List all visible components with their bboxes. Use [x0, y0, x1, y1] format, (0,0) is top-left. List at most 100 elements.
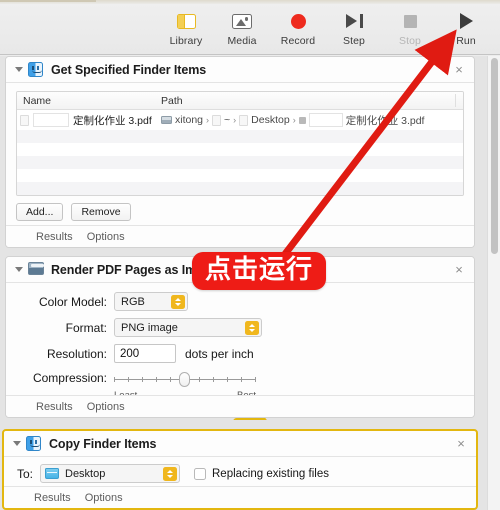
name-edit-box[interactable] [33, 113, 69, 127]
table-empty-row [17, 169, 463, 182]
table-empty-row [17, 130, 463, 143]
table-header-row: Name Path [17, 92, 463, 110]
replace-checkbox-group[interactable]: Replacing existing files [194, 467, 329, 480]
close-icon[interactable]: × [452, 63, 466, 77]
record-icon [290, 10, 306, 32]
color-model-popup[interactable]: RGB [114, 292, 188, 311]
toolbar-button-record[interactable]: Record [270, 7, 326, 47]
stop-icon [403, 10, 417, 32]
action-block-copy-finder-items[interactable]: Copy Finder Items × To: Desktop Replacin… [2, 429, 478, 510]
field-row-format: Format: PNG image [16, 318, 464, 337]
chevron-right-icon: › [233, 115, 237, 125]
media-icon [232, 10, 252, 32]
field-row-resolution: Resolution: 200 dots per inch [16, 344, 464, 363]
results-tab[interactable]: Results [34, 492, 71, 504]
toolbar-button-stop: Stop [382, 7, 438, 47]
table-empty-row [17, 143, 463, 156]
path-edit-box[interactable] [308, 113, 343, 127]
toolbar-label-library: Library [169, 35, 203, 47]
automator-window: Library Media Record Step Stop Run Get S… [0, 0, 500, 510]
replace-existing-checkbox[interactable] [194, 467, 206, 480]
compression-label: Compression: [32, 371, 107, 385]
path-crumb-volume: xitong [175, 114, 204, 126]
color-model-label: Color Model: [38, 294, 107, 309]
add-button[interactable]: Add... [16, 203, 64, 221]
column-divider[interactable] [455, 94, 456, 107]
chevron-right-icon: › [292, 115, 296, 125]
options-tab[interactable]: Options [85, 492, 123, 504]
chevron-down-icon[interactable] [13, 264, 25, 276]
library-icon [176, 10, 196, 32]
table-empty-row [17, 156, 463, 169]
column-header-path[interactable]: Path [155, 95, 463, 107]
pdf-render-icon [28, 261, 44, 278]
action-header: Get Specified Finder Items × [6, 57, 474, 83]
action-footer: Results Options [6, 225, 474, 247]
action-body: Name Path 定制化作业 3.pdf xitong › ~ › Deskt… [6, 83, 474, 227]
toolbar-label-run: Run [456, 35, 476, 47]
action-title: Copy Finder Items [49, 436, 157, 451]
finder-icon [28, 61, 44, 78]
folder-placeholder-icon [239, 114, 249, 126]
annotation-badge-text: 点击运行 [205, 255, 314, 285]
resolution-unit-label: dots per inch [185, 346, 254, 361]
remove-button[interactable]: Remove [71, 203, 131, 221]
file-icon [298, 116, 306, 124]
path-file-name: 定制化作业 3.pdf [345, 114, 425, 127]
table-empty-row [17, 182, 463, 195]
close-icon[interactable]: × [452, 263, 466, 277]
run-icon [459, 10, 473, 32]
options-tab[interactable]: Options [87, 401, 125, 413]
finder-icon [26, 435, 42, 452]
action-footer: Results Options [6, 395, 474, 417]
resolution-input[interactable]: 200 [114, 344, 176, 363]
results-tab[interactable]: Results [36, 231, 73, 243]
folder-icon [45, 468, 59, 479]
chevron-up-down-icon [171, 295, 185, 309]
close-icon[interactable]: × [454, 437, 468, 451]
action-header: Copy Finder Items × [4, 431, 476, 457]
action-block-get-specified-finder-items[interactable]: Get Specified Finder Items × Name Path 定 [5, 56, 475, 248]
table-row[interactable]: 定制化作业 3.pdf xitong › ~ › Desktop › 定制化作业… [17, 110, 463, 130]
toolbar-button-step[interactable]: Step [326, 7, 382, 47]
chevron-down-icon[interactable] [11, 438, 23, 450]
results-tab[interactable]: Results [36, 401, 73, 413]
chevron-up-down-icon [163, 467, 177, 481]
disk-icon [161, 116, 172, 124]
action-body: To: Desktop Replacing existing files [4, 457, 476, 488]
action-footer: Results Options [4, 486, 476, 508]
folder-placeholder-icon [212, 114, 222, 126]
path-crumb-home: ~ [224, 114, 231, 126]
field-row-destination: To: Desktop Replacing existing files [14, 464, 466, 483]
toolbar-buttons: Library Media Record Step Stop Run [158, 7, 494, 47]
options-tab[interactable]: Options [87, 231, 125, 243]
column-header-name[interactable]: Name [17, 95, 155, 107]
toolbar-button-media[interactable]: Media [214, 7, 270, 47]
cell-name-text: 定制化作业 3.pdf [73, 114, 152, 127]
destination-popup[interactable]: Desktop [40, 464, 180, 483]
color-model-value: RGB [121, 295, 145, 308]
replace-existing-label: Replacing existing files [212, 467, 329, 480]
table-buttons: Add... Remove [16, 203, 464, 221]
scrollbar-thumb[interactable] [491, 58, 498, 254]
vertical-scrollbar[interactable] [487, 56, 500, 510]
resolution-label: Resolution: [46, 346, 107, 361]
destination-value: Desktop [65, 467, 106, 480]
field-row-color-model: Color Model: RGB [16, 292, 464, 311]
toolbar-button-library[interactable]: Library [158, 7, 214, 47]
format-popup[interactable]: PNG image [114, 318, 262, 337]
toolbar-label-step: Step [343, 35, 365, 47]
document-icon [20, 114, 29, 126]
finder-items-table[interactable]: Name Path 定制化作业 3.pdf xitong › ~ › Deskt… [16, 91, 464, 196]
title-strip-tint [0, 0, 96, 2]
slider-knob[interactable] [179, 372, 190, 387]
chevron-down-icon[interactable] [13, 64, 25, 76]
toolbar: Library Media Record Step Stop Run [0, 4, 500, 55]
format-label: Format: [65, 320, 107, 335]
cell-name: 定制化作业 3.pdf [17, 113, 155, 128]
toolbar-label-record: Record [280, 35, 316, 47]
annotation-badge: 点击运行 [192, 252, 327, 290]
compression-slider[interactable]: Least Best [114, 370, 256, 401]
toolbar-button-run[interactable]: Run [438, 7, 494, 47]
cell-path: xitong › ~ › Desktop › 定制化作业 3.pdf [155, 113, 463, 128]
